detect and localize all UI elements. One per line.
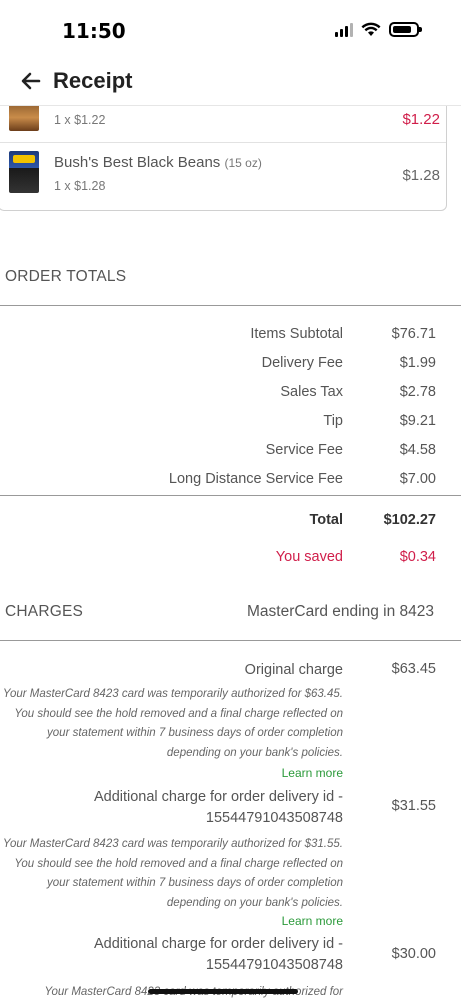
item-name-text: Bush's Best Black Beans [54, 154, 221, 171]
divider [0, 640, 461, 641]
item-qty-price: 1 x $1.28 [54, 179, 106, 193]
charge-label: Original charge [244, 662, 343, 678]
subtotal-label: Items Subtotal [250, 326, 343, 342]
order-totals-heading: ORDER TOTALS [5, 268, 127, 285]
charge-note: Your MasterCard 8423 card was temporaril… [2, 688, 343, 759]
service-fee-value: $4.58 [399, 442, 436, 458]
tip-value: $9.21 [399, 413, 436, 429]
app-header: Receipt [0, 60, 461, 106]
item-size: (15 oz) [224, 156, 262, 170]
saved-label: You saved [275, 549, 343, 565]
sales-tax-value: $2.78 [399, 384, 436, 400]
total-value: $102.27 [383, 512, 436, 528]
delivery-fee-label: Delivery Fee [261, 355, 343, 371]
item-row[interactable]: Bush's Best Black Beans (15 oz) 1 x $1.2… [0, 143, 446, 211]
item-qty-price: 1 x $1.22 [54, 113, 106, 127]
item-total: $1.22 [402, 111, 440, 128]
charge-value: $63.45 [391, 661, 436, 677]
items-card: 1 x $1.22 $1.22 Bush's Best Black Beans … [0, 90, 447, 211]
learn-more-link[interactable]: Learn more [282, 914, 343, 928]
charge-note: Your MasterCard 8423 card was temporaril… [2, 838, 343, 909]
total-label: Total [309, 512, 343, 528]
back-arrow-icon [21, 72, 41, 90]
cellular-signal-icon [335, 22, 353, 37]
charge-value: $30.00 [391, 946, 436, 962]
back-button[interactable] [16, 66, 46, 96]
divider [0, 495, 461, 496]
home-indicator[interactable] [148, 989, 298, 994]
charge-value: $31.55 [391, 798, 436, 814]
long-distance-fee-value: $7.00 [399, 471, 436, 487]
sales-tax-label: Sales Tax [280, 384, 343, 400]
saved-value: $0.34 [399, 549, 436, 565]
delivery-fee-value: $1.99 [399, 355, 436, 371]
long-distance-fee-label: Long Distance Service Fee [168, 471, 343, 487]
subtotal-value: $76.71 [391, 326, 436, 342]
item-total: $1.28 [402, 167, 440, 184]
learn-more-link[interactable]: Learn more [282, 766, 343, 780]
page-title: Receipt [53, 68, 133, 93]
status-icons [335, 22, 422, 37]
status-time: 11:50 [62, 19, 126, 43]
card-ending-label: MasterCard ending in 8423 [247, 603, 434, 620]
item-name: Bush's Best Black Beans (15 oz) [54, 154, 262, 171]
divider [0, 305, 461, 306]
charge-label: Additional charge for order delivery id … [93, 936, 343, 973]
charges-heading: CHARGES [5, 603, 84, 620]
charge-label: Additional charge for order delivery id … [93, 789, 343, 826]
wifi-icon [361, 22, 381, 36]
status-bar: 11:50 [0, 0, 461, 60]
product-thumbnail [9, 151, 39, 193]
service-fee-label: Service Fee [265, 442, 343, 458]
battery-icon [389, 22, 422, 37]
tip-label: Tip [323, 413, 343, 429]
